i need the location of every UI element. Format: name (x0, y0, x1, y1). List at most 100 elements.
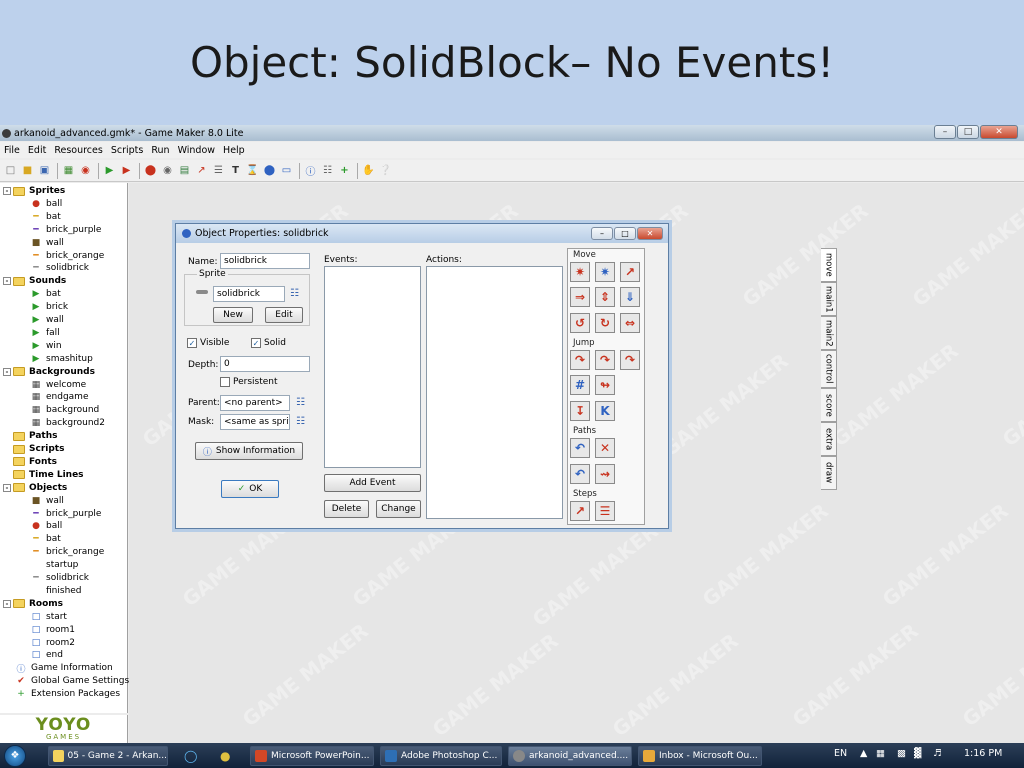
tab-main2[interactable]: main2 (821, 316, 837, 350)
task-photoshop[interactable]: Adobe Photoshop C... (380, 746, 502, 766)
actions-list[interactable] (426, 266, 563, 519)
volume-icon[interactable]: ♬ (933, 748, 942, 759)
reverse-vertical-icon[interactable]: ↻ (595, 313, 615, 333)
global-settings-icon[interactable]: ☷ (320, 163, 335, 178)
tab-move[interactable]: move (821, 248, 837, 282)
name-input[interactable]: solidbrick (220, 253, 310, 269)
tray-keyboard-icon[interactable]: ▦ (876, 748, 885, 759)
events-list[interactable] (324, 266, 421, 468)
tree-item-rooms-start[interactable]: □ start (30, 611, 67, 623)
task-powerpoint[interactable]: Microsoft PowerPoin... (250, 746, 374, 766)
window-titlebar[interactable]: arkanoid_advanced.gmk* - Game Maker 8.0 … (0, 125, 1024, 141)
add-path-icon[interactable]: ↗ (194, 163, 209, 178)
solid-checkbox[interactable]: ✓ Solid (251, 338, 286, 348)
collapse-icon[interactable]: - (3, 277, 11, 286)
path-speed-icon[interactable]: ⇝ (595, 464, 615, 484)
tree-item-objects-finished[interactable]: finished (30, 585, 82, 597)
persistent-checkbox[interactable]: Persistent (220, 377, 278, 387)
tray-arrow-icon[interactable]: ▲ (860, 748, 867, 759)
change-event-button[interactable]: Change (376, 500, 421, 518)
tree-item-sprites-brick_orange[interactable]: ━ brick_orange (30, 250, 104, 262)
dialog-minimize-button[interactable]: – (591, 227, 613, 240)
parent-menu-icon[interactable]: ☷ (296, 397, 305, 408)
tray-device-icon[interactable]: ▩ (897, 748, 906, 759)
tree-item-objects-ball[interactable]: ● ball (30, 520, 62, 532)
menu-edit[interactable]: Edit (24, 145, 50, 156)
tree-item-sprites-brick_purple[interactable]: ━ brick_purple (30, 224, 101, 236)
tree-item-objects-brick_purple[interactable]: ━ brick_purple (30, 508, 101, 520)
tree-item-rooms-room2[interactable]: □ room2 (30, 637, 75, 649)
manual-icon[interactable]: ✋ (361, 163, 376, 178)
set-path-icon[interactable]: ↶ (570, 438, 590, 458)
tree-item-sprites-bat[interactable]: ━ bat (30, 211, 60, 223)
menu-resources[interactable]: Resources (50, 145, 107, 156)
dialog-titlebar[interactable]: Object Properties: solidbrick – □ ✕ (176, 224, 668, 243)
game-information-icon[interactable]: ⓘ (303, 163, 318, 178)
menu-scripts[interactable]: Scripts (107, 145, 148, 156)
path-position-icon[interactable]: ↶ (570, 464, 590, 484)
tree-item-objects-solidbrick[interactable]: ━ solidbrick (30, 572, 89, 584)
add-script-icon[interactable]: ☰ (211, 163, 226, 178)
tab-control[interactable]: control (821, 350, 837, 388)
ok-button[interactable]: ✓ OK (221, 480, 279, 498)
publish-icon[interactable]: ◉ (78, 163, 93, 178)
add-background-icon[interactable]: ▤ (177, 163, 192, 178)
menu-file[interactable]: File (0, 145, 24, 156)
menu-window[interactable]: Window (174, 145, 219, 156)
tree-item-backgrounds-background2[interactable]: ▦ background2 (30, 417, 105, 429)
step-towards-icon[interactable]: ↗ (570, 501, 590, 521)
move-towards-icon[interactable]: ↗ (620, 262, 640, 282)
tree-item-objects-brick_orange[interactable]: ━ brick_orange (30, 546, 104, 558)
dialog-maximize-button[interactable]: □ (614, 227, 636, 240)
tab-main1[interactable]: main1 (821, 282, 837, 316)
tree-folder-rooms[interactable]: - Rooms (3, 598, 63, 610)
add-sprite-icon[interactable]: ⬤ (143, 163, 158, 178)
network-icon[interactable]: ▓ (914, 748, 921, 759)
tree-item-objects-wall[interactable]: ■ wall (30, 495, 64, 507)
mask-menu-icon[interactable]: ☷ (296, 416, 305, 427)
depth-input[interactable]: 0 (220, 356, 310, 372)
set-friction-icon[interactable]: ⇔ (620, 313, 640, 333)
menu-help[interactable]: Help (219, 145, 249, 156)
task-gamemaker[interactable]: arkanoid_advanced.... (508, 746, 632, 766)
add-timeline-icon[interactable]: ⌛ (245, 163, 260, 178)
tree-extra-2[interactable]: + Extension Packages (15, 688, 120, 700)
tree-item-sprites-wall[interactable]: ■ wall (30, 237, 64, 249)
show-information-button[interactable]: ⓘ Show Information (195, 442, 303, 460)
end-path-icon[interactable]: ✕ (595, 438, 615, 458)
move-fixed-icon[interactable]: ✷ (570, 262, 590, 282)
collapse-icon[interactable]: - (3, 483, 11, 492)
speed-horizontal-icon[interactable]: ⇒ (570, 287, 590, 307)
tree-item-objects-startup[interactable]: startup (30, 559, 78, 571)
add-font-icon[interactable]: T (228, 163, 243, 178)
reverse-horizontal-icon[interactable]: ↺ (570, 313, 590, 333)
edit-sprite-button[interactable]: Edit (265, 307, 303, 323)
collapse-icon[interactable]: - (3, 187, 11, 195)
open-folder-icon[interactable]: ■ (20, 163, 35, 178)
menu-run[interactable]: Run (147, 145, 173, 156)
run-game-icon[interactable]: ▶ (102, 163, 117, 178)
ie-icon[interactable]: ◯ (184, 749, 197, 763)
tree-folder-timelines[interactable]: Time Lines (3, 469, 84, 481)
tree-item-rooms-room1[interactable]: □ room1 (30, 624, 75, 636)
tree-item-sprites-ball[interactable]: ● ball (30, 198, 62, 210)
tree-extra-0[interactable]: ⓘ Game Information (15, 662, 112, 675)
collapse-icon[interactable]: - (3, 599, 11, 608)
tree-folder-objects[interactable]: - Objects (3, 482, 67, 494)
tree-extra-1[interactable]: ✔ Global Game Settings (15, 675, 129, 687)
set-gravity-icon[interactable]: ⇓ (620, 287, 640, 307)
tree-folder-sounds[interactable]: - Sounds (3, 275, 66, 287)
delete-event-button[interactable]: Delete (324, 500, 369, 518)
tree-folder-scripts[interactable]: Scripts (3, 443, 64, 455)
tab-extra[interactable]: extra (821, 422, 837, 456)
tree-item-sounds-smashitup[interactable]: ▶ smashitup (30, 353, 93, 365)
tree-item-backgrounds-background[interactable]: ▦ background (30, 404, 100, 416)
move-to-contact-icon[interactable]: ↧ (570, 401, 590, 421)
wrap-screen-icon[interactable]: ↬ (595, 375, 615, 395)
align-to-grid-icon[interactable]: # (570, 375, 590, 395)
task-game2[interactable]: 05 - Game 2 - Arkan... (48, 746, 168, 766)
jump-to-random-icon[interactable]: ↷ (620, 350, 640, 370)
add-room-icon[interactable]: ▭ (279, 163, 294, 178)
tree-item-objects-bat[interactable]: ━ bat (30, 533, 60, 545)
tree-item-rooms-end[interactable]: □ end (30, 649, 63, 661)
